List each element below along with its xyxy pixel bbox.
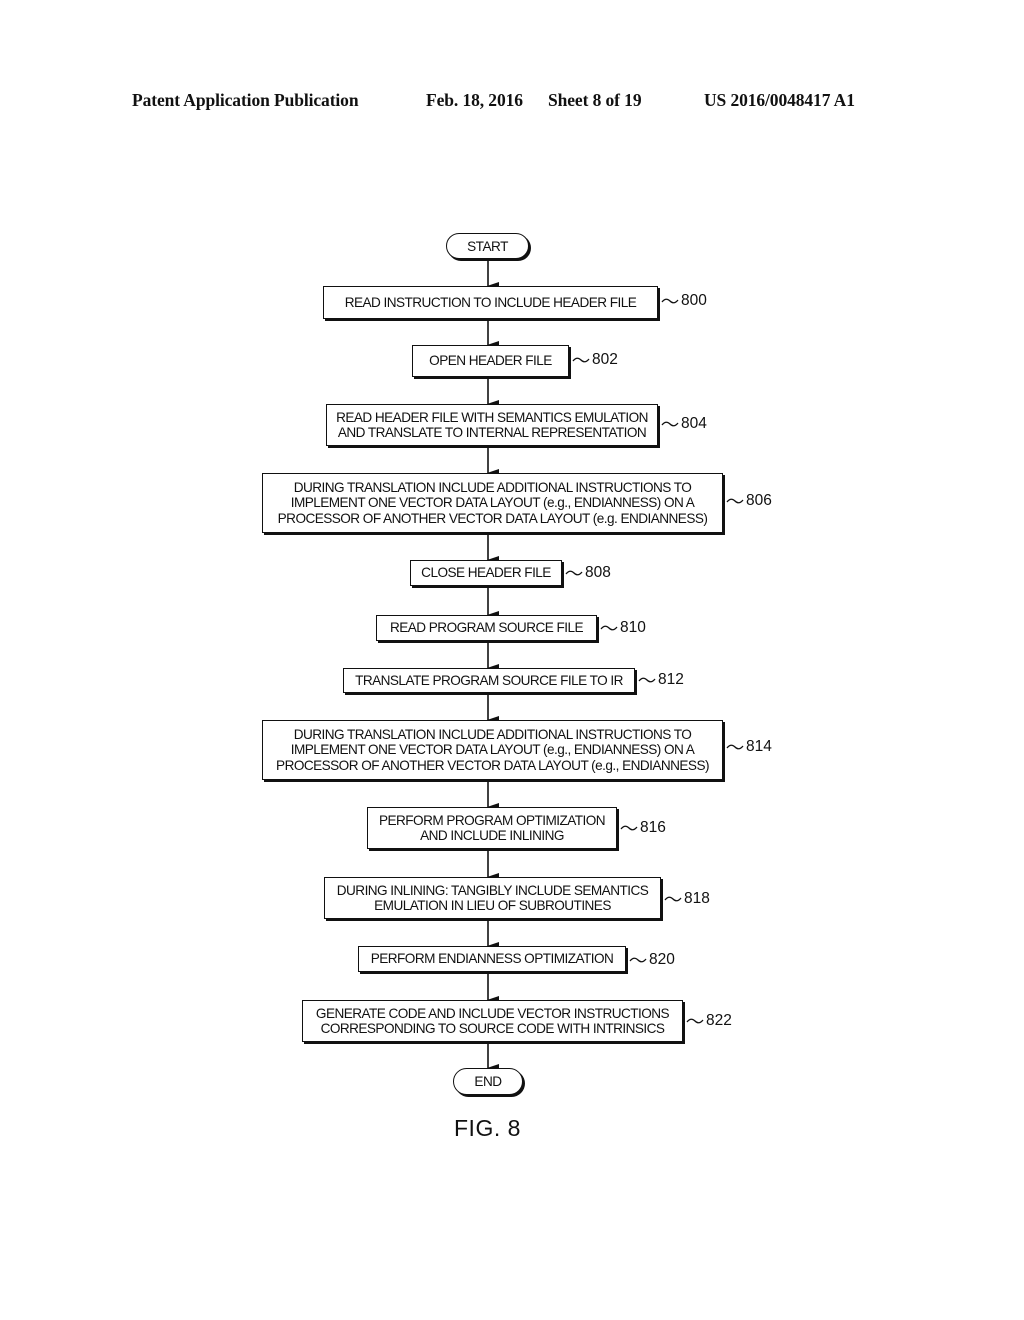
- ref-804: 804: [661, 415, 707, 433]
- tilde-leader-icon: [638, 677, 656, 683]
- ref-800: 800: [661, 292, 707, 310]
- tilde-leader-icon: [664, 896, 682, 902]
- start-terminal: START: [446, 233, 529, 259]
- ref-label: 822: [706, 1012, 732, 1029]
- ref-label: 820: [649, 951, 675, 968]
- step-814-box: DURING TRANSLATION INCLUDE ADDITIONAL IN…: [262, 720, 723, 780]
- step-820-box: PERFORM ENDIANNESS OPTIMIZATION: [358, 946, 626, 972]
- ref-810: 810: [600, 619, 646, 637]
- ref-814: 814: [726, 738, 772, 756]
- step-800-box: READ INSTRUCTION TO INCLUDE HEADER FILE: [323, 286, 658, 319]
- ref-label: 800: [681, 292, 707, 309]
- ref-label: 816: [640, 819, 666, 836]
- ref-label: 810: [620, 619, 646, 636]
- tilde-leader-icon: [686, 1018, 704, 1024]
- ref-label: 814: [746, 738, 772, 755]
- tilde-leader-icon: [629, 957, 647, 963]
- ref-label: 806: [746, 492, 772, 509]
- ref-808: 808: [565, 564, 611, 582]
- end-label: END: [474, 1074, 502, 1089]
- step-804-box: READ HEADER FILE WITH SEMANTICS EMULATIO…: [326, 404, 658, 446]
- ref-label: 804: [681, 415, 707, 432]
- step-812-box: TRANSLATE PROGRAM SOURCE FILE TO IR: [343, 668, 635, 693]
- ref-812: 812: [638, 671, 684, 689]
- step-808-box: CLOSE HEADER FILE: [410, 560, 562, 586]
- step-806-box: DURING TRANSLATION INCLUDE ADDITIONAL IN…: [262, 473, 723, 533]
- tilde-leader-icon: [600, 625, 618, 631]
- step-802-box: OPEN HEADER FILE: [412, 345, 569, 377]
- tilde-leader-icon: [661, 421, 679, 427]
- tilde-leader-icon: [565, 570, 583, 576]
- tilde-leader-icon: [572, 357, 590, 363]
- ref-820: 820: [629, 951, 675, 969]
- ref-label: 812: [658, 671, 684, 688]
- ref-label: 818: [684, 890, 710, 907]
- step-816-box: PERFORM PROGRAM OPTIMIZATION AND INCLUDE…: [367, 807, 617, 849]
- tilde-leader-icon: [726, 744, 744, 750]
- tilde-leader-icon: [620, 825, 638, 831]
- ref-806: 806: [726, 492, 772, 510]
- ref-label: 808: [585, 564, 611, 581]
- step-818-box: DURING INLINING: TANGIBLY INCLUDE SEMANT…: [324, 877, 661, 919]
- ref-822: 822: [686, 1012, 732, 1030]
- start-label: START: [467, 238, 508, 254]
- figure-label: FIG. 8: [454, 1115, 521, 1141]
- ref-818: 818: [664, 890, 710, 908]
- ref-label: 802: [592, 351, 618, 368]
- ref-802: 802: [572, 351, 618, 369]
- tilde-leader-icon: [661, 298, 679, 304]
- tilde-leader-icon: [726, 498, 744, 504]
- ref-816: 816: [620, 819, 666, 837]
- step-822-box: GENERATE CODE AND INCLUDE VECTOR INSTRUC…: [302, 1000, 683, 1042]
- step-810-box: READ PROGRAM SOURCE FILE: [376, 615, 597, 641]
- end-terminal: END: [453, 1068, 523, 1095]
